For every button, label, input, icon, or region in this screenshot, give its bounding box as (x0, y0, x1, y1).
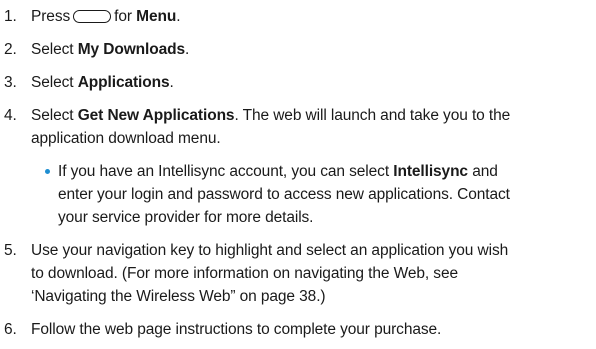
step-text-prefix: Select (31, 107, 74, 124)
step-text: Press for Menu. (31, 5, 592, 28)
step-text-line-2: application download menu. (31, 130, 221, 147)
step-text-middle: for (114, 8, 132, 25)
step-bold-term: Applications (77, 74, 170, 91)
step-number: 5. (4, 242, 17, 259)
step-text-prefix: Select (31, 74, 74, 91)
instruction-document: 1. Press for Menu. 2. Select My Downloads… (0, 0, 596, 349)
bullet-text-suffix: and (472, 163, 498, 180)
step-text-line-2: to download. (For more information on na… (31, 265, 458, 282)
bullet-bold-term: Intellisync (393, 163, 468, 180)
bullet-text-line-3: your service provider for more details. (58, 209, 314, 226)
step-number: 2. (4, 41, 17, 58)
step-text: Use your navigation key to highlight and… (31, 239, 592, 308)
step-text-line-1: Use your navigation key to highlight and… (31, 242, 509, 259)
step-bold-term: My Downloads (77, 41, 186, 58)
step-number: 4. (4, 107, 17, 124)
step-text: Follow the web page instructions to comp… (31, 318, 592, 341)
step-text-suffix: . The web will launch and take you to th… (234, 107, 511, 124)
step-text-suffix: . (176, 8, 181, 25)
step-text-line-1: Follow the web page instructions to comp… (31, 321, 442, 338)
bullet-text: If you have an Intellisync account, you … (58, 160, 592, 229)
step-bold-term: Get New Applications (77, 107, 235, 124)
step-text-line-3: ‘Navigating the Wireless Web” on page 38… (31, 288, 326, 305)
step-bold-term: Menu (136, 8, 177, 25)
step-text: Select My Downloads. (31, 38, 592, 61)
bullet-text-prefix: If you have an Intellisync account, you … (58, 163, 390, 180)
step-text-suffix: . (169, 74, 174, 91)
bullet-text-line-2: enter your login and password to access … (58, 186, 510, 203)
step-text: Select Get New Applications. The web wil… (31, 104, 592, 150)
step-text-suffix: . (185, 41, 190, 58)
step-number: 1. (4, 8, 17, 25)
menu-key-icon (73, 10, 112, 23)
step-number: 3. (4, 74, 17, 91)
step-text-prefix: Press (31, 8, 71, 25)
step-number: 6. (4, 321, 17, 338)
step-text-prefix: Select (31, 41, 74, 58)
bullet-dot-icon (45, 169, 50, 174)
step-text: Select Applications. (31, 71, 592, 94)
